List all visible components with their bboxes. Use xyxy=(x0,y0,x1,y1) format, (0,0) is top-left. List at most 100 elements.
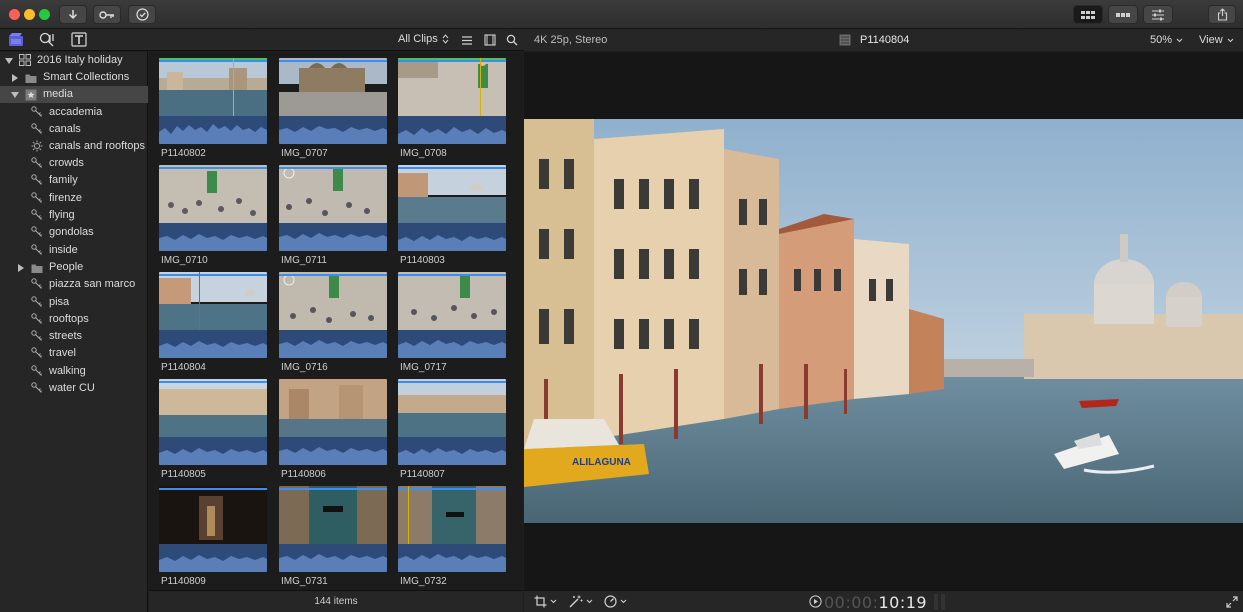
clip-tile[interactable]: P1140809 xyxy=(159,486,267,590)
transform-popup[interactable] xyxy=(534,595,557,608)
sidebar-keyword-label: accademia xyxy=(49,106,103,118)
audio-waveform xyxy=(398,223,506,251)
sidebar-keyword-row[interactable]: rooftops xyxy=(0,311,148,328)
clip-tile[interactable]: IMG_0708 xyxy=(398,58,506,162)
clip-name: IMG_0711 xyxy=(281,255,327,266)
sidebar-keyword-row[interactable]: canals and rooftops xyxy=(0,138,148,155)
sidebar-keyword-row[interactable]: water CU xyxy=(0,380,148,397)
filmstrip-icon[interactable] xyxy=(484,34,496,46)
event-star-icon xyxy=(25,89,37,101)
keyword-bar xyxy=(159,60,267,62)
enhancements-popup[interactable] xyxy=(569,595,593,608)
clip-tile[interactable]: P1140803 xyxy=(398,165,506,269)
keyword-bar xyxy=(279,488,387,490)
clip-tile[interactable]: P1140802 xyxy=(159,58,267,162)
audio-waveform xyxy=(279,437,387,465)
sidebar-event-row[interactable]: media xyxy=(0,86,148,103)
viewer-zoom-popup[interactable]: 50% xyxy=(1150,34,1183,46)
disclosure-open-icon[interactable] xyxy=(5,57,13,65)
sidebar-keyword-row[interactable]: walking xyxy=(0,363,148,380)
show-inspector-button[interactable] xyxy=(1143,5,1173,24)
library-grid-icon xyxy=(19,54,31,66)
clip-thumbnail[interactable] xyxy=(279,379,387,465)
disclosure-open-icon[interactable] xyxy=(11,91,19,99)
sidebar-keyword-row[interactable]: travel xyxy=(0,345,148,362)
clip-thumbnail[interactable] xyxy=(398,165,506,251)
clip-thumbnail-image xyxy=(279,165,387,223)
keyword-bar xyxy=(159,488,267,490)
sidebar-keyword-row[interactable]: pisa xyxy=(0,294,148,311)
titles-and-generators-icon[interactable] xyxy=(71,32,87,47)
clip-thumbnail[interactable] xyxy=(279,272,387,358)
sidebar-keyword-row[interactable]: flying xyxy=(0,207,148,224)
sidebar-smart-collections-row[interactable]: Smart Collections xyxy=(0,69,148,86)
libraries-icon[interactable] xyxy=(8,32,24,47)
viewer[interactable]: ALILAGUNA xyxy=(524,52,1243,590)
fullscreen-icon[interactable] xyxy=(1226,596,1238,608)
keyword-editor-button[interactable] xyxy=(93,5,121,24)
viewer-view-popup[interactable]: View xyxy=(1199,34,1234,46)
clip-thumbnail[interactable] xyxy=(159,165,267,251)
disclosure-closed-icon[interactable] xyxy=(17,264,25,272)
show-timeline-button[interactable] xyxy=(1108,5,1138,24)
clip-thumbnail[interactable] xyxy=(159,379,267,465)
folder-icon xyxy=(25,74,37,83)
chevron-down-icon xyxy=(550,599,557,604)
close-window-button[interactable] xyxy=(9,9,20,20)
clip-tile[interactable]: P1140804 xyxy=(159,272,267,376)
sidebar-keyword-row[interactable]: family xyxy=(0,172,148,189)
sidebar-keyword-row[interactable]: gondolas xyxy=(0,224,148,241)
clip-thumbnail-image xyxy=(159,58,267,116)
clip-tile[interactable]: IMG_0707 xyxy=(279,58,387,162)
clip-thumbnail[interactable] xyxy=(279,165,387,251)
chevron-down-icon xyxy=(1176,38,1183,42)
sidebar-keyword-row[interactable]: crowds xyxy=(0,155,148,172)
clip-thumbnail[interactable] xyxy=(398,379,506,465)
clip-thumbnail[interactable] xyxy=(159,272,267,358)
show-browser-button[interactable] xyxy=(1073,5,1103,24)
clip-thumbnail-image xyxy=(159,379,267,437)
sidebar-keyword-row[interactable]: piazza san marco xyxy=(0,276,148,293)
sliders-icon xyxy=(1152,9,1164,20)
sidebar-folder-row[interactable]: People xyxy=(0,259,148,276)
import-button[interactable] xyxy=(59,5,87,24)
sidebar-library-row[interactable]: 2016 Italy holiday xyxy=(0,52,148,69)
disclosure-closed-icon[interactable] xyxy=(11,74,19,82)
sidebar-keyword-row[interactable]: streets xyxy=(0,328,148,345)
clip-name: IMG_0731 xyxy=(281,576,328,587)
clip-tile[interactable]: P1140805 xyxy=(159,379,267,483)
search-icon[interactable] xyxy=(506,34,518,46)
clip-tile[interactable]: IMG_0710 xyxy=(159,165,267,269)
clip-thumbnail[interactable] xyxy=(159,486,267,572)
clip-tile[interactable]: P1140807 xyxy=(398,379,506,483)
clip-tile[interactable]: IMG_0711 xyxy=(279,165,387,269)
clip-tile[interactable]: IMG_0716 xyxy=(279,272,387,376)
clip-tile[interactable]: IMG_0717 xyxy=(398,272,506,376)
clip-thumbnail[interactable] xyxy=(398,486,506,572)
clip-filter-popup[interactable]: All Clips xyxy=(398,33,449,45)
sidebar-keyword-row[interactable]: canals xyxy=(0,121,148,138)
share-button[interactable] xyxy=(1208,5,1236,24)
zoom-window-button[interactable] xyxy=(39,9,50,20)
clip-thumbnail[interactable] xyxy=(398,272,506,358)
background-tasks-button[interactable] xyxy=(128,5,156,24)
sidebar-library-label: 2016 Italy holiday xyxy=(37,54,123,66)
photos-and-audio-icon[interactable] xyxy=(39,32,55,47)
sidebar-keyword-row[interactable]: inside xyxy=(0,242,148,259)
clip-name: IMG_0732 xyxy=(400,576,447,587)
retime-popup[interactable] xyxy=(604,595,627,608)
clip-thumbnail[interactable] xyxy=(159,58,267,144)
sidebar-keyword-row[interactable]: accademia xyxy=(0,104,148,121)
clip-thumbnail[interactable] xyxy=(279,58,387,144)
timecode-display[interactable]: 00:00:10:19 xyxy=(824,593,927,612)
clip-thumbnail[interactable] xyxy=(279,486,387,572)
clip-tile[interactable]: IMG_0731 xyxy=(279,486,387,590)
clip-tile[interactable]: IMG_0732 xyxy=(398,486,506,590)
sidebar-keyword-label: firenze xyxy=(49,192,83,204)
clip-tile[interactable]: P1140806 xyxy=(279,379,387,483)
play-button-icon[interactable] xyxy=(809,595,822,608)
minimize-window-button[interactable] xyxy=(24,9,35,20)
list-view-icon[interactable] xyxy=(461,35,473,46)
clip-thumbnail[interactable] xyxy=(398,58,506,144)
sidebar-keyword-row[interactable]: firenze xyxy=(0,190,148,207)
